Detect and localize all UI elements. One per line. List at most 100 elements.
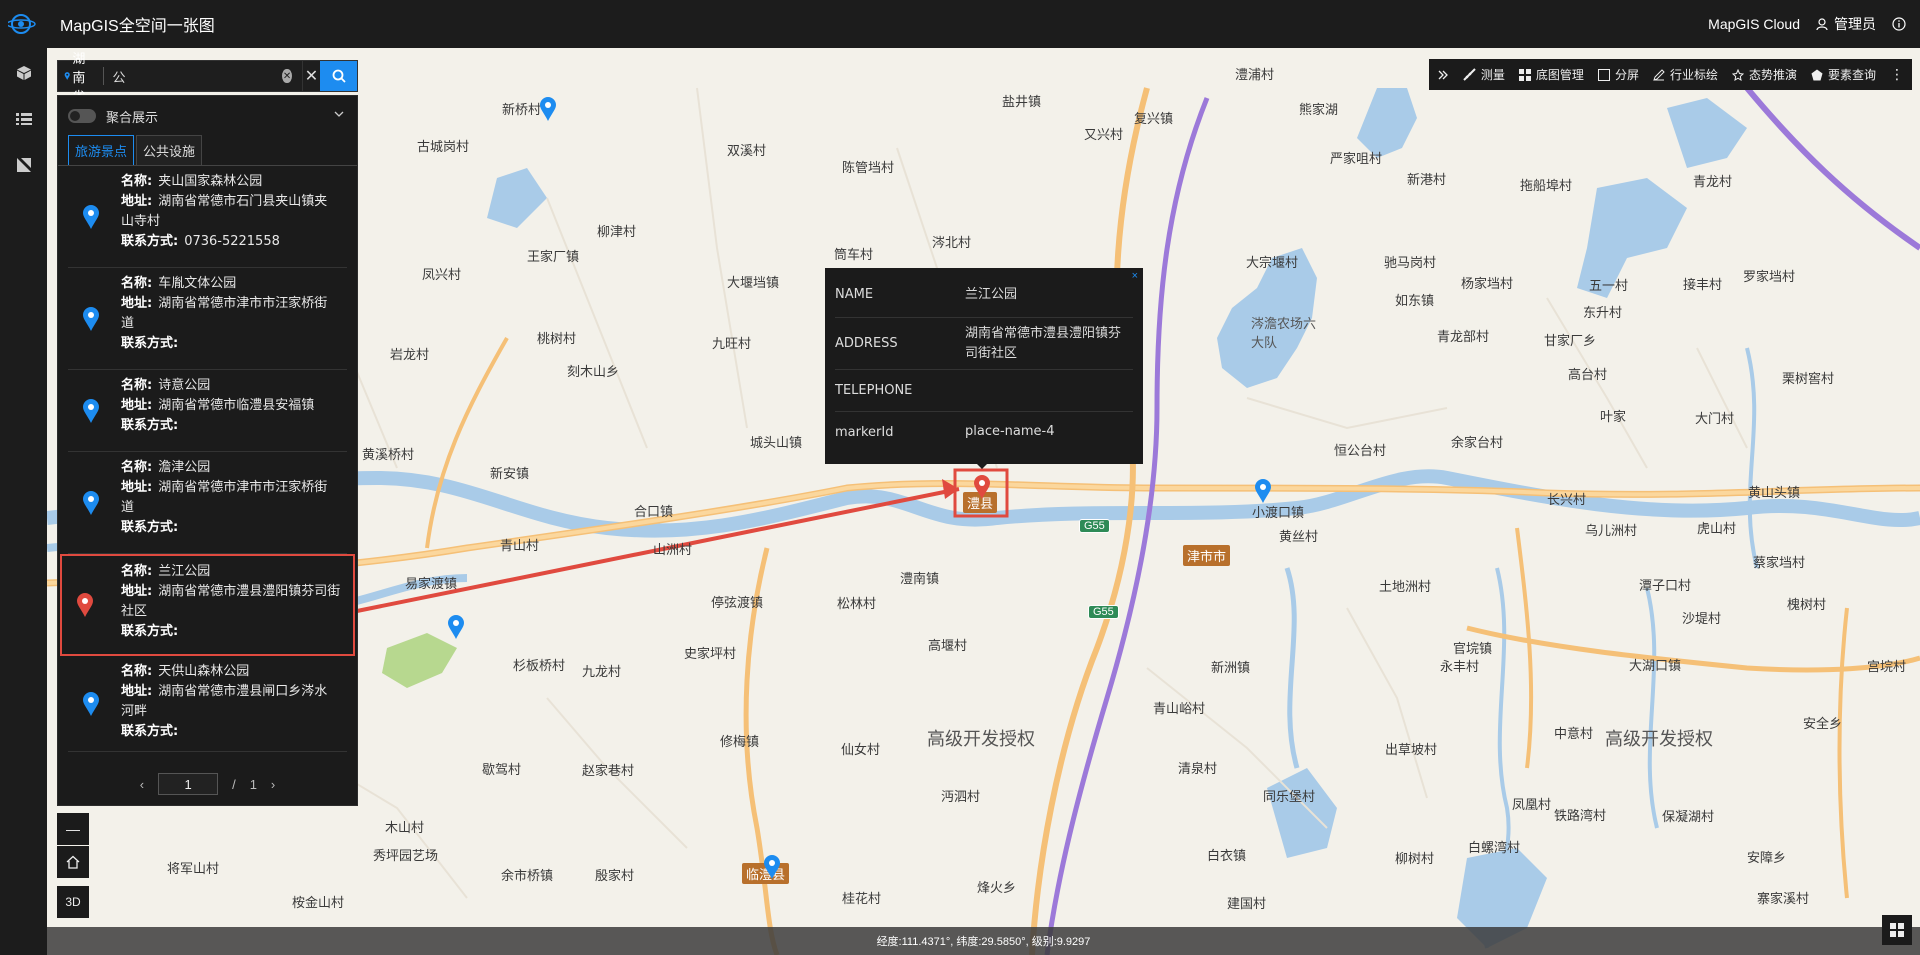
poi-address: 地址: 湖南省常德市临澧县安福镇: [121, 396, 339, 416]
cluster-toggle-row: 聚合展示: [58, 96, 357, 136]
map-label: 涔北村: [932, 236, 972, 251]
tool-split-screen[interactable]: 分屏: [1597, 66, 1639, 83]
map-label: 秀坪园艺场: [373, 849, 439, 864]
map-label: 宫垸村: [1867, 660, 1907, 675]
page-input[interactable]: [158, 773, 219, 795]
tool-basemap[interactable]: 底图管理: [1518, 66, 1584, 83]
list-item[interactable]: 名称: 诗意公园 地址: 湖南省常德市临澧县安福镇 联系方式:: [68, 370, 347, 452]
map-label: 九龙村: [582, 665, 622, 680]
popup-row: TELEPHONE: [835, 370, 1133, 412]
popup-close-icon[interactable]: ×: [1132, 270, 1138, 282]
mapgis-logo-icon[interactable]: [0, 0, 46, 48]
map-label: 铁路湾村: [1554, 809, 1607, 824]
map-label: 九旺村: [712, 337, 752, 352]
star-icon: [1731, 68, 1744, 81]
category-tabs: 旅游景点 公共设施: [58, 135, 357, 166]
tab-scenic-spots[interactable]: 旅游景点: [68, 135, 135, 165]
poi-name: 名称: 兰江公园: [121, 562, 345, 582]
analysis-icon[interactable]: [0, 142, 47, 188]
tool-situation[interactable]: 态势推演: [1731, 66, 1797, 83]
tool-feature-query[interactable]: 要素查询: [1811, 66, 1876, 83]
left-rail: [0, 48, 47, 955]
map-marker-icon[interactable]: [1254, 478, 1272, 504]
popup-key: markerId: [835, 424, 894, 440]
cluster-toggle[interactable]: [68, 109, 96, 123]
map-marker-icon[interactable]: [447, 614, 465, 640]
map-label: 寨家溪村: [1757, 892, 1810, 907]
legend-toggle-button[interactable]: [1882, 915, 1912, 945]
map-label: 王家厂镇: [527, 250, 580, 265]
map-label: 赵家巷村: [582, 764, 635, 779]
map-label: 潭子口村: [1639, 579, 1692, 594]
chevron-down-icon[interactable]: [333, 108, 345, 120]
map-label: 杉板桥村: [513, 659, 566, 674]
query-icon: [1811, 69, 1823, 80]
map-label: 殷家村: [595, 869, 635, 884]
map-label: 山洲村: [653, 543, 693, 558]
poi-field-label: 地址:: [121, 684, 153, 699]
search-results-panel: 聚合展示 旅游景点 公共设施 名称: 夹山国家森林公园 地址: 湖南省常德市石门县夹山…: [57, 95, 358, 806]
prev-page-icon[interactable]: ‹: [140, 777, 144, 792]
zoom-out-button[interactable]: —: [57, 813, 89, 845]
poi-address: 地址: 湖南省常德市澧县闸口乡涔水河畔: [121, 682, 339, 722]
poi-name: 名称: 天供山森林公园: [121, 662, 339, 682]
poi-field-label: 联系方式:: [121, 624, 179, 639]
collapse-double-chevron-icon[interactable]: [1437, 69, 1449, 81]
map-label: 大宗堰村: [1246, 256, 1299, 271]
home-button[interactable]: [57, 846, 89, 878]
map-label: 涔澹农场六大队: [1251, 317, 1317, 351]
map-marker-icon[interactable]: [539, 96, 557, 122]
info-icon[interactable]: [1892, 17, 1906, 31]
poi-phone: 联系方式:: [121, 622, 345, 642]
tool-plotting[interactable]: 行业标绘: [1653, 66, 1718, 83]
map-label: 恒公台村: [1334, 444, 1387, 459]
map-label: 高台村: [1568, 368, 1608, 383]
tool-measure[interactable]: 测量: [1463, 66, 1505, 83]
close-icon[interactable]: ✕: [301, 61, 321, 91]
cloud-link[interactable]: MapGIS Cloud: [1708, 16, 1800, 32]
list-icon[interactable]: [0, 96, 47, 142]
poi-phone: 联系方式:: [121, 334, 339, 354]
popup-key: NAME: [835, 287, 874, 302]
search-button[interactable]: [320, 61, 357, 91]
next-page-icon[interactable]: ›: [271, 777, 275, 792]
map-label: 仙女村: [841, 743, 881, 758]
poi-field-label: 名称:: [121, 664, 153, 679]
map-label: 新安镇: [490, 467, 530, 482]
location-pin-icon: [83, 398, 99, 423]
town-badge-jinshi[interactable]: 津市市: [1183, 545, 1231, 566]
poi-field-label: 名称:: [121, 276, 153, 291]
map-label: 凤凰村: [1512, 798, 1552, 813]
grid-icon: [1518, 68, 1531, 81]
list-item[interactable]: 名称: 天供山森林公园 地址: 湖南省常德市澧县闸口乡涔水河畔 联系方式:: [68, 656, 347, 752]
list-item[interactable]: 名称: 夹山国家森林公园 地址: 湖南省常德市石门县夹山镇夹山寺村 联系方式: 0736-…: [68, 166, 347, 268]
location-pin-icon: [83, 204, 99, 229]
poi-field-value: 澹津公园: [158, 460, 211, 475]
layers-cube-icon[interactable]: [0, 50, 47, 96]
search-input[interactable]: [104, 68, 283, 84]
user-menu[interactable]: 管理员: [1816, 14, 1876, 34]
tool-label: 要素查询: [1827, 68, 1876, 82]
list-item[interactable]: 名称: 兰江公园 地址: 湖南省常德市澧县澧阳镇芬司街社区 联系方式:: [60, 554, 355, 656]
map-label: 大堰垱镇: [727, 276, 780, 291]
map-label: 驰马岗村: [1384, 256, 1437, 271]
selected-marker-icon[interactable]: [973, 474, 991, 500]
map-marker-icon[interactable]: [763, 854, 781, 880]
map-label: 筒车村: [834, 248, 874, 263]
poi-phone: 联系方式:: [121, 416, 339, 436]
poi-field-label: 联系方式:: [121, 234, 179, 249]
list-item[interactable]: 名称: 澹津公园 地址: 湖南省常德市津市市汪家桥街道 联系方式:: [68, 452, 347, 554]
map-label: 栗树窖村: [1782, 372, 1835, 387]
map-label: 安障乡: [1747, 851, 1787, 866]
tab-public-facilities[interactable]: 公共设施: [136, 135, 203, 165]
more-vertical-icon[interactable]: ⋮: [1890, 66, 1904, 83]
region-selector[interactable]: 湖南省: [58, 51, 105, 104]
3d-toggle-button[interactable]: 3D: [57, 886, 89, 918]
map-label: 永丰村: [1440, 660, 1480, 675]
clear-input-icon[interactable]: ✕: [282, 69, 292, 83]
map-label: 拖船埠村: [1520, 179, 1573, 194]
poi-phone: 联系方式:: [121, 518, 339, 538]
map-label: 易家渡镇: [405, 577, 458, 592]
list-item[interactable]: 名称: 车胤文体公园 地址: 湖南省常德市津市市汪家桥街道 联系方式:: [68, 268, 347, 370]
tool-label: 态势推演: [1748, 68, 1797, 82]
